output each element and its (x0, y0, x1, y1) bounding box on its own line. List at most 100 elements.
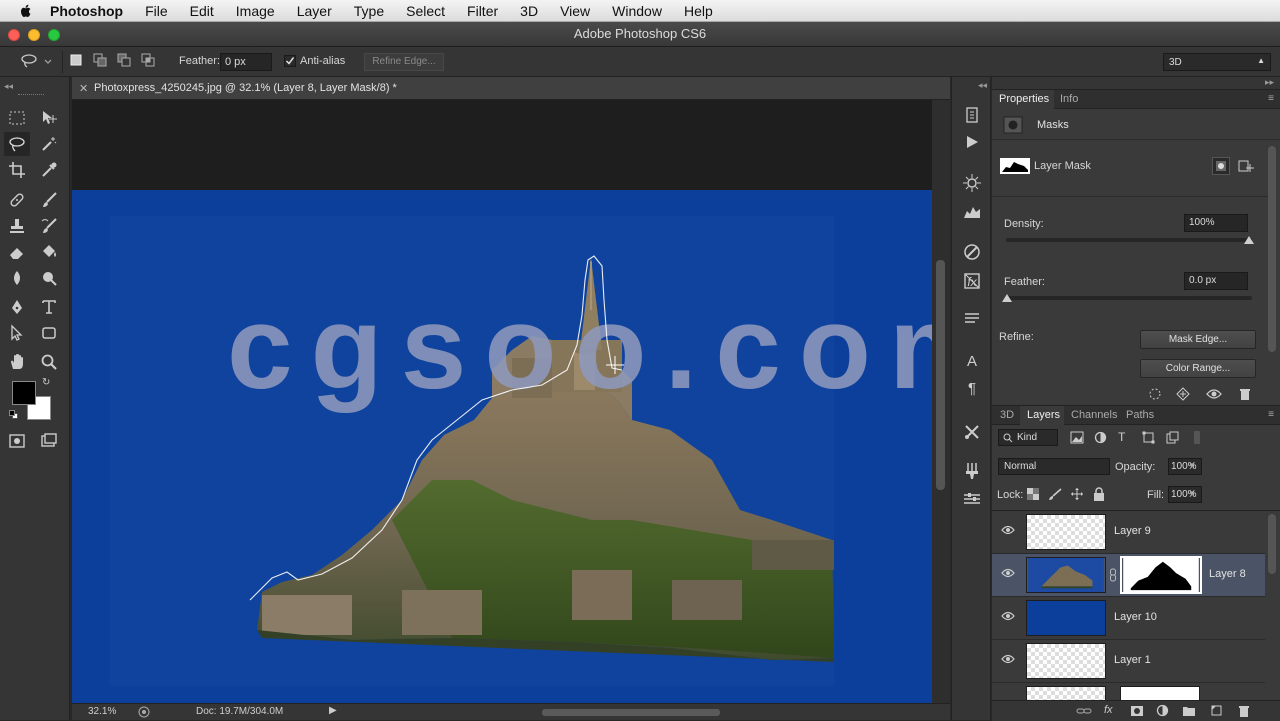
character-icon[interactable]: A (962, 353, 982, 373)
tab-3d[interactable]: 3D (1000, 409, 1014, 421)
layer-mask-thumbnail[interactable] (1000, 158, 1030, 174)
default-colors-icon[interactable] (9, 410, 18, 419)
zoom-tool[interactable] (36, 350, 62, 374)
play-actions-icon[interactable] (962, 132, 982, 152)
tab-info[interactable]: Info (1060, 93, 1078, 105)
feather-slider[interactable] (1006, 296, 1252, 300)
menu-view[interactable]: View (560, 3, 590, 19)
add-mask-icon[interactable] (1130, 705, 1144, 717)
lock-position-icon[interactable] (1070, 487, 1084, 501)
filter-type-icon[interactable]: T (1118, 430, 1125, 444)
histogram-icon[interactable] (962, 202, 982, 222)
hand-tool[interactable] (4, 350, 30, 374)
tab-paths[interactable]: Paths (1126, 409, 1154, 421)
new-group-folder-icon[interactable] (1182, 705, 1196, 717)
menu-type[interactable]: Type (354, 3, 384, 19)
fill-dropdown-icon[interactable]: ▼ (1188, 489, 1196, 498)
menu-filter[interactable]: Filter (467, 3, 498, 19)
layer-row-partial[interactable] (992, 683, 1265, 700)
filter-toggle-switch[interactable] (1194, 431, 1200, 444)
magic-wand-tool[interactable] (36, 132, 62, 156)
opacity-dropdown-icon[interactable]: ▼ (1188, 461, 1196, 470)
lock-pixels-icon[interactable] (1048, 488, 1062, 500)
tab-properties[interactable]: Properties (999, 93, 1049, 105)
brush-presets-icon[interactable] (962, 461, 982, 481)
lock-all-icon[interactable] (1093, 487, 1105, 501)
select-pixel-mask-button[interactable] (1212, 157, 1230, 175)
menu-layer[interactable]: Layer (297, 3, 332, 19)
marquee-tool[interactable] (4, 106, 30, 130)
opacity-input[interactable]: 100% (1168, 458, 1202, 475)
brush-tool[interactable] (36, 188, 62, 212)
menu-help[interactable]: Help (684, 3, 713, 19)
add-selection-icon[interactable] (92, 52, 108, 68)
color-range-button[interactable]: Color Range... (1140, 359, 1256, 378)
move-tool[interactable] (36, 106, 62, 130)
close-tab-icon[interactable]: ✕ (79, 82, 88, 95)
visibility-eye-icon[interactable] (1001, 525, 1015, 535)
link-layers-icon[interactable] (1076, 705, 1092, 717)
add-adjustment-icon[interactable] (1156, 704, 1169, 717)
clone-stamp-tool[interactable] (4, 214, 30, 238)
panel-menu-icon[interactable]: ≡ (1268, 93, 1274, 104)
add-style-fx-icon[interactable]: fx (1104, 704, 1113, 716)
crop-tool[interactable] (4, 158, 30, 182)
add-vector-mask-icon[interactable] (1238, 158, 1254, 174)
layer-8-name[interactable]: Layer 8 (1209, 568, 1246, 580)
quick-mask-button[interactable] (4, 429, 30, 453)
visibility-eye-icon[interactable] (1001, 568, 1015, 578)
tools-grip[interactable] (18, 94, 44, 96)
filter-pixel-icon[interactable] (1070, 431, 1084, 444)
link-mask-icon[interactable] (1109, 568, 1117, 582)
mask-edge-button[interactable]: Mask Edge... (1140, 330, 1256, 349)
foreground-color-swatch-front[interactable] (12, 381, 36, 405)
intersect-selection-icon[interactable] (140, 52, 156, 68)
blur-tool[interactable] (4, 266, 30, 290)
menu-3d[interactable]: 3D (520, 3, 538, 19)
history-icon[interactable] (962, 105, 982, 125)
3d-light-icon[interactable] (962, 173, 982, 193)
history-brush-tool[interactable] (36, 214, 62, 238)
eraser-tool[interactable] (4, 240, 30, 264)
paint-bucket-tool[interactable] (36, 240, 62, 264)
feather-slider-handle[interactable] (1002, 294, 1012, 302)
shape-tool[interactable] (36, 321, 62, 345)
swap-colors-icon[interactable]: ↻ (42, 377, 50, 388)
lasso-tool[interactable] (4, 132, 30, 156)
layer-1-name[interactable]: Layer 1 (1114, 654, 1151, 666)
menu-file[interactable]: File (145, 3, 168, 19)
menu-edit[interactable]: Edit (190, 3, 214, 19)
layer-10-name[interactable]: Layer 10 (1114, 611, 1157, 623)
new-selection-icon[interactable] (68, 52, 84, 68)
load-selection-icon[interactable] (1148, 387, 1162, 401)
layer-row-layer-9[interactable]: Layer 9 (992, 511, 1265, 554)
canvas-area[interactable]: cgsoo.com (72, 100, 932, 703)
filter-kind-select[interactable]: Kind (998, 429, 1058, 446)
collapse-arrows-icon[interactable]: ◂◂ (4, 81, 13, 92)
trash-icon[interactable] (1238, 387, 1252, 401)
menu-app-name[interactable]: Photoshop (50, 3, 123, 19)
fill-input[interactable]: 100% (1168, 486, 1202, 503)
layer-row-layer-8[interactable]: Layer 8 (992, 554, 1265, 597)
eyedropper-tool[interactable] (36, 158, 62, 182)
layers-panel-menu-icon[interactable]: ≡ (1268, 409, 1274, 420)
expand-arrows-icon[interactable]: ◂◂ (978, 80, 987, 91)
path-selection-tool[interactable] (4, 321, 30, 345)
apply-mask-icon[interactable] (1176, 387, 1190, 401)
preset-dropdown-icon[interactable] (44, 59, 52, 65)
filter-adjustment-icon[interactable] (1094, 431, 1107, 444)
document-canvas[interactable]: cgsoo.com (72, 100, 932, 703)
layer-comps-icon[interactable] (962, 489, 982, 509)
feather-panel-input[interactable]: 0.0 px (1184, 272, 1248, 290)
layer-8-mask-thumbnail[interactable] (1120, 556, 1202, 594)
collapse-panels-icon[interactable]: ▸▸ (1265, 77, 1274, 88)
tool-presets-icon[interactable] (962, 422, 982, 442)
blend-mode-select[interactable]: Normal (998, 458, 1110, 475)
lasso-preset-icon[interactable] (20, 53, 40, 69)
document-tab[interactable]: ✕ Photoxpress_4250245.jpg @ 32.1% (Layer… (72, 77, 950, 100)
horizontal-scrollbar-thumb[interactable] (542, 709, 720, 716)
density-slider[interactable] (1006, 238, 1252, 242)
pen-tool[interactable] (4, 295, 30, 319)
layers-scrollbar-thumb[interactable] (1268, 514, 1276, 574)
dodge-tool[interactable] (36, 266, 62, 290)
